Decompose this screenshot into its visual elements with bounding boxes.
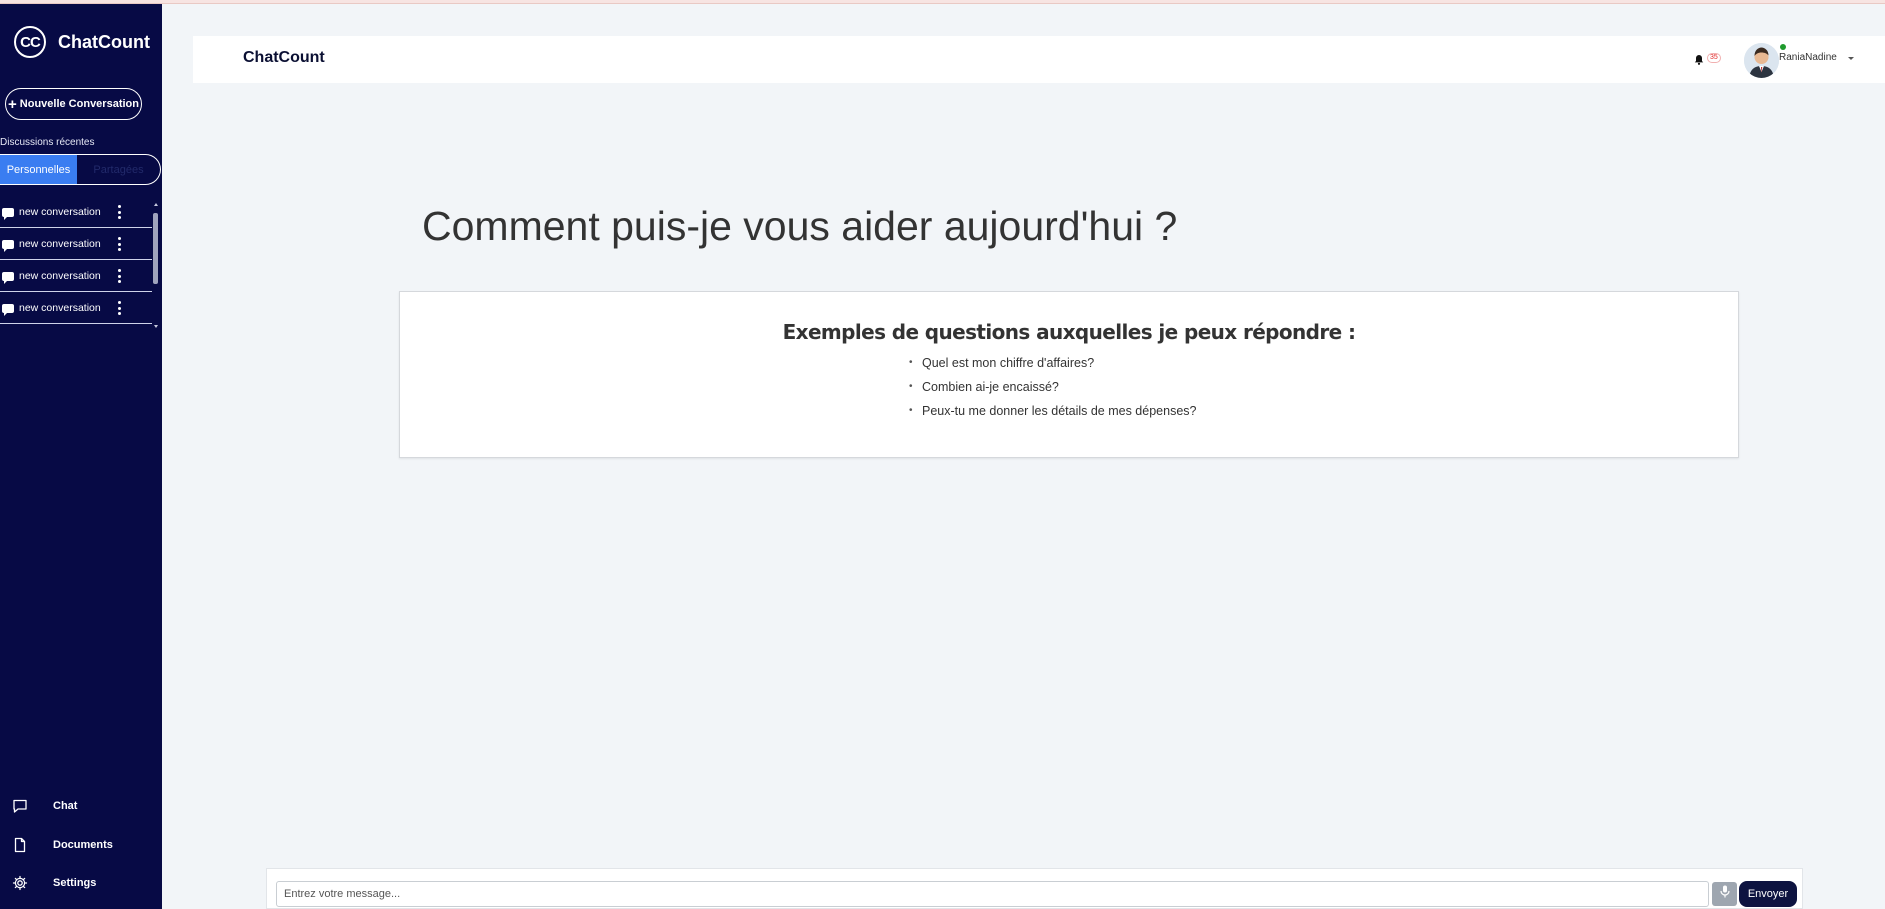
brand-logo-icon: CC <box>14 26 46 58</box>
avatar[interactable] <box>1744 43 1779 78</box>
notification-badge: 35 <box>1707 53 1721 63</box>
chat-bubble-icon <box>2 271 14 284</box>
chat-icon <box>12 798 28 819</box>
nav-settings-label: Settings <box>53 877 97 889</box>
plus-icon: + <box>8 95 17 113</box>
example-question: Quel est mon chiffre d'affaires? <box>909 351 1196 375</box>
sidebar-brand[interactable]: CC ChatCount <box>14 26 150 58</box>
conversation-tabs: Personnelles Partagées <box>0 154 161 185</box>
page-title: Comment puis-je vous aider aujourd'hui ? <box>422 203 1178 249</box>
header-logo[interactable]: ChatCount <box>243 49 325 67</box>
tab-partagees[interactable]: Partagées <box>77 155 160 184</box>
nav-documents[interactable]: Documents <box>0 830 162 860</box>
gear-icon <box>12 875 28 896</box>
new-conversation-label: Nouvelle Conversation <box>19 98 139 110</box>
example-question: Combien ai-je encaissé? <box>909 375 1196 399</box>
conversation-label: new conversation <box>19 238 101 250</box>
sidebar: CC ChatCount + Nouvelle Conversation Dis… <box>0 4 162 909</box>
conversation-label: new conversation <box>19 302 101 314</box>
tab-personnelles[interactable]: Personnelles <box>0 155 77 184</box>
new-conversation-button[interactable]: + Nouvelle Conversation <box>5 88 142 120</box>
scroll-up-arrow-icon[interactable] <box>154 203 158 206</box>
top-header: ChatCount 35 RaniaNadine <box>193 36 1885 83</box>
conversation-item[interactable]: new conversation <box>0 197 152 228</box>
chat-bubble-icon <box>2 239 14 252</box>
conversation-item[interactable]: new conversation <box>0 293 152 324</box>
nav-documents-label: Documents <box>53 839 113 851</box>
conversation-label: new conversation <box>19 270 101 282</box>
conversation-item[interactable]: new conversation <box>0 261 152 292</box>
send-button[interactable]: Envoyer <box>1739 881 1797 907</box>
example-question: Peux-tu me donner les détails de mes dép… <box>909 399 1196 423</box>
recent-discussions-label: Discussions récentes <box>0 137 95 148</box>
microphone-icon <box>1719 885 1730 903</box>
examples-card: Exemples de questions auxquelles je peux… <box>399 291 1739 458</box>
conversation-scrollbar[interactable] <box>152 203 160 328</box>
chat-bubble-icon <box>2 207 14 220</box>
chat-bubble-icon <box>2 303 14 316</box>
brand-name: ChatCount <box>58 31 150 52</box>
online-status-indicator <box>1780 44 1786 50</box>
scroll-down-arrow-icon[interactable] <box>154 325 158 328</box>
chevron-down-icon[interactable] <box>1848 57 1854 60</box>
microphone-button[interactable] <box>1712 882 1737 906</box>
document-icon <box>12 837 28 858</box>
message-composer: Envoyer <box>266 868 1803 909</box>
message-input[interactable] <box>276 881 1709 907</box>
more-options-icon[interactable] <box>116 205 122 219</box>
nav-chat-label: Chat <box>53 800 78 812</box>
nav-chat[interactable]: Chat <box>0 791 162 821</box>
user-name[interactable]: RaniaNadine <box>1779 52 1837 63</box>
more-options-icon[interactable] <box>116 269 122 283</box>
more-options-icon[interactable] <box>116 301 122 315</box>
window-top-border <box>0 0 1885 4</box>
nav-settings[interactable]: Settings <box>0 868 162 898</box>
examples-list: Quel est mon chiffre d'affaires? Combien… <box>909 351 1196 423</box>
more-options-icon[interactable] <box>116 237 122 251</box>
bell-icon[interactable] <box>1694 52 1704 70</box>
examples-title: Exemples de questions auxquelles je peux… <box>782 320 1356 344</box>
conversation-list: new conversation new conversation new co… <box>0 197 152 324</box>
conversation-label: new conversation <box>19 206 101 218</box>
conversation-item[interactable]: new conversation <box>0 229 152 260</box>
scroll-thumb[interactable] <box>153 213 158 284</box>
